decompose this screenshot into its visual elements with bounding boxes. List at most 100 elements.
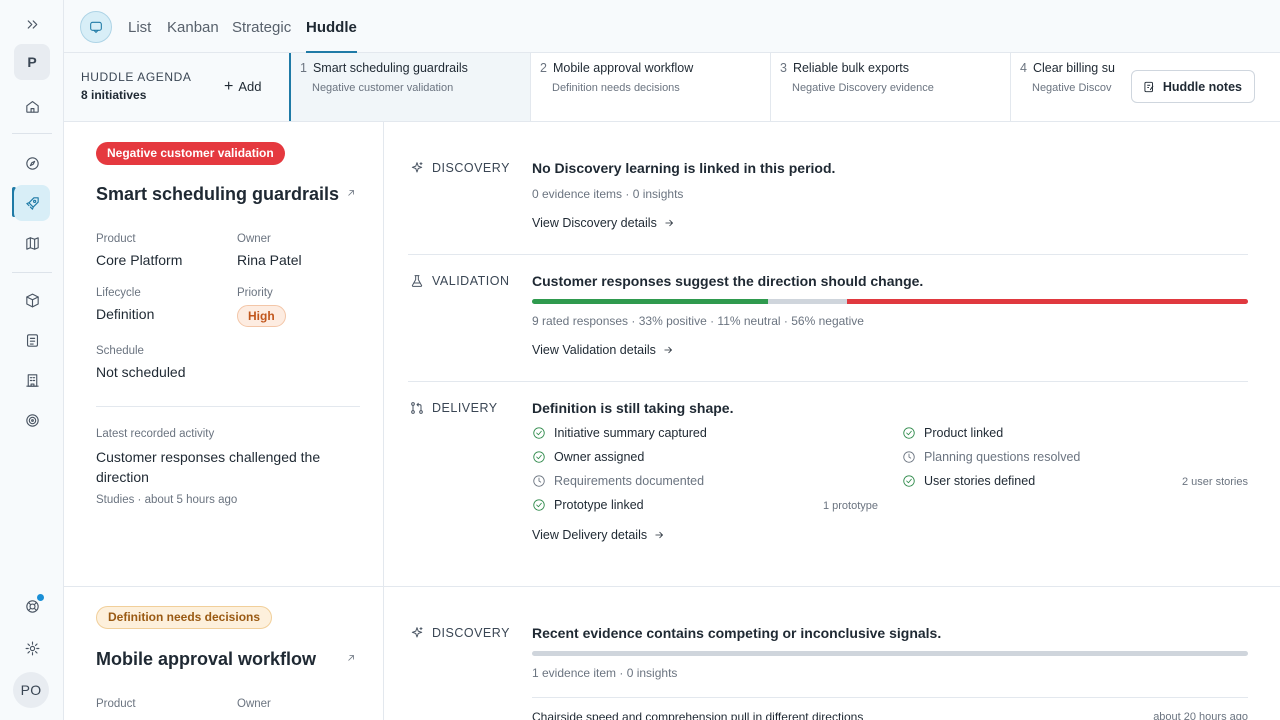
evidence-title: Chairside speed and comprehension pull i…	[532, 710, 864, 720]
product-value: Core Platform	[96, 252, 183, 268]
delivery-label: DELIVERY	[432, 401, 498, 415]
open-initiative-link[interactable]	[345, 651, 357, 663]
discovery-label: DISCOVERY	[432, 626, 510, 640]
checklist-label: Requirements documented	[554, 474, 705, 488]
evidence-time: about 20 hours ago	[1153, 711, 1248, 720]
tab-strategic[interactable]: Strategic	[232, 0, 291, 53]
status-badge: Definition needs decisions	[96, 606, 273, 629]
home-nav-button[interactable]	[14, 88, 50, 124]
arrow-up-right-icon	[348, 190, 354, 196]
latest-activity-text: Customer responses challenged the direct…	[96, 449, 321, 485]
arrow-up-right-icon	[348, 655, 354, 661]
arrow-right-icon	[664, 346, 672, 354]
owner-label: Owner	[237, 698, 271, 710]
validation-headline: Customer responses suggest the direction…	[532, 273, 924, 289]
agenda-item-status: Negative Discov	[1032, 82, 1112, 94]
priority-badge: High	[237, 305, 286, 327]
documents-nav-button[interactable]	[14, 322, 50, 358]
check-circle-icon	[533, 451, 545, 463]
agenda-item-number: 4	[1020, 61, 1027, 75]
roadmap-nav-button[interactable]	[14, 225, 50, 261]
huddle-agenda: HUDDLE AGENDA 8 initiatives + Add 1 Smart …	[64, 53, 1280, 122]
initiatives-nav-button[interactable]	[14, 185, 50, 221]
clock-icon	[903, 451, 915, 463]
checklist-label: Owner assigned	[554, 450, 645, 464]
expand-sidebar-button[interactable]	[14, 6, 50, 42]
schedule-label: Schedule	[96, 345, 144, 357]
latest-activity-label: Latest recorded activity	[96, 428, 215, 440]
agenda-item[interactable]: 3 Reliable bulk exports Negative Discover…	[770, 53, 1010, 121]
tab-list[interactable]: List	[128, 0, 151, 53]
agenda-item[interactable]: 1 Smart scheduling guardrails Negative cu…	[289, 53, 530, 121]
owner-label: Owner	[237, 233, 271, 245]
user-avatar[interactable]: PO	[13, 672, 49, 708]
initiative-title[interactable]: Mobile approval workflow	[96, 649, 316, 670]
tab-huddle[interactable]: Huddle	[306, 0, 357, 53]
left-rail: P PO	[0, 0, 64, 720]
user-initials: PO	[20, 682, 42, 698]
checklist-label: Prototype linked	[554, 498, 644, 512]
validation-label: VALIDATION	[432, 274, 510, 288]
compass-icon	[25, 156, 39, 170]
chat-bubble-icon	[90, 21, 102, 34]
latest-activity-meta: Studies · about 5 hours ago	[96, 494, 238, 506]
agenda-item-number: 1	[300, 61, 307, 75]
workspace-switcher[interactable]: P	[14, 44, 50, 80]
section-divider	[532, 697, 1248, 698]
checklist-label: Initiative summary captured	[554, 426, 707, 440]
discovery-headline: Recent evidence contains competing or in…	[532, 625, 942, 641]
organizations-nav-button[interactable]	[14, 362, 50, 398]
product-label: Product	[96, 233, 136, 245]
view-delivery-label: View Delivery details	[532, 528, 648, 542]
add-label: Add	[238, 79, 262, 94]
rail-divider	[12, 133, 52, 134]
app-root: P PO List Kanban Strategic Huddle HUDDLE…	[0, 0, 1280, 720]
sparkle-icon	[409, 625, 425, 641]
evidence-item[interactable]: Chairside speed and comprehension pull i…	[532, 710, 1248, 720]
agenda-item-title: Reliable bulk exports	[792, 61, 909, 75]
chat-button[interactable]	[80, 11, 112, 43]
agenda-item[interactable]: 4 Clear billing su Negative Discov	[1010, 53, 1124, 121]
product-label: Product	[96, 698, 136, 710]
checklist-item: Product linked	[902, 426, 1003, 440]
help-nav-button[interactable]	[14, 588, 50, 624]
agenda-item[interactable]: 2 Mobile approval workflow Definition nee…	[530, 53, 770, 121]
divider	[96, 406, 360, 407]
goals-nav-button[interactable]	[14, 402, 50, 438]
lifecycle-value: Definition	[96, 306, 155, 322]
view-discovery-link[interactable]: View Discovery details	[532, 216, 675, 230]
agenda-item-title: Mobile approval workflow	[552, 61, 694, 75]
delivery-headline: Definition is still taking shape.	[532, 400, 734, 416]
huddle-notes-button[interactable]: Huddle notes	[1130, 70, 1255, 103]
schedule-value: Not scheduled	[96, 364, 186, 380]
discovery-headline: No Discovery learning is linked in this …	[532, 160, 836, 176]
checklist-item: Prototype linked	[532, 498, 644, 512]
view-validation-link[interactable]: View Validation details	[532, 343, 674, 357]
rail-divider	[12, 272, 52, 273]
arrow-right-icon	[665, 219, 673, 227]
open-initiative-link[interactable]	[345, 186, 357, 198]
agenda-item-status: Definition needs decisions	[552, 82, 680, 94]
target-icon	[25, 413, 39, 427]
tab-kanban[interactable]: Kanban	[167, 0, 219, 53]
box-icon	[25, 293, 39, 307]
add-initiative-button[interactable]: + Add	[224, 78, 262, 94]
agenda-title: HUDDLE AGENDA	[81, 70, 192, 84]
check-circle-icon	[533, 499, 545, 511]
discovery-nav-button[interactable]	[14, 145, 50, 181]
git-pull-request-icon	[409, 400, 425, 416]
agenda-header: HUDDLE AGENDA 8 initiatives + Add	[64, 53, 289, 121]
products-nav-button[interactable]	[14, 282, 50, 318]
evidence-bar	[532, 651, 1248, 656]
view-delivery-link[interactable]: View Delivery details	[532, 528, 665, 542]
notification-dot	[37, 594, 44, 601]
map-icon	[25, 236, 39, 250]
settings-nav-button[interactable]	[14, 630, 50, 666]
discovery-label: DISCOVERY	[432, 161, 510, 175]
owner-value: Rina Patel	[237, 252, 302, 268]
checklist-item: Planning questions resolved	[902, 450, 1080, 464]
negative-segment	[847, 299, 1248, 304]
initiative-title[interactable]: Smart scheduling guardrails	[96, 184, 339, 205]
checklist-label: Product linked	[924, 426, 1004, 440]
view-validation-label: View Validation details	[532, 343, 656, 357]
